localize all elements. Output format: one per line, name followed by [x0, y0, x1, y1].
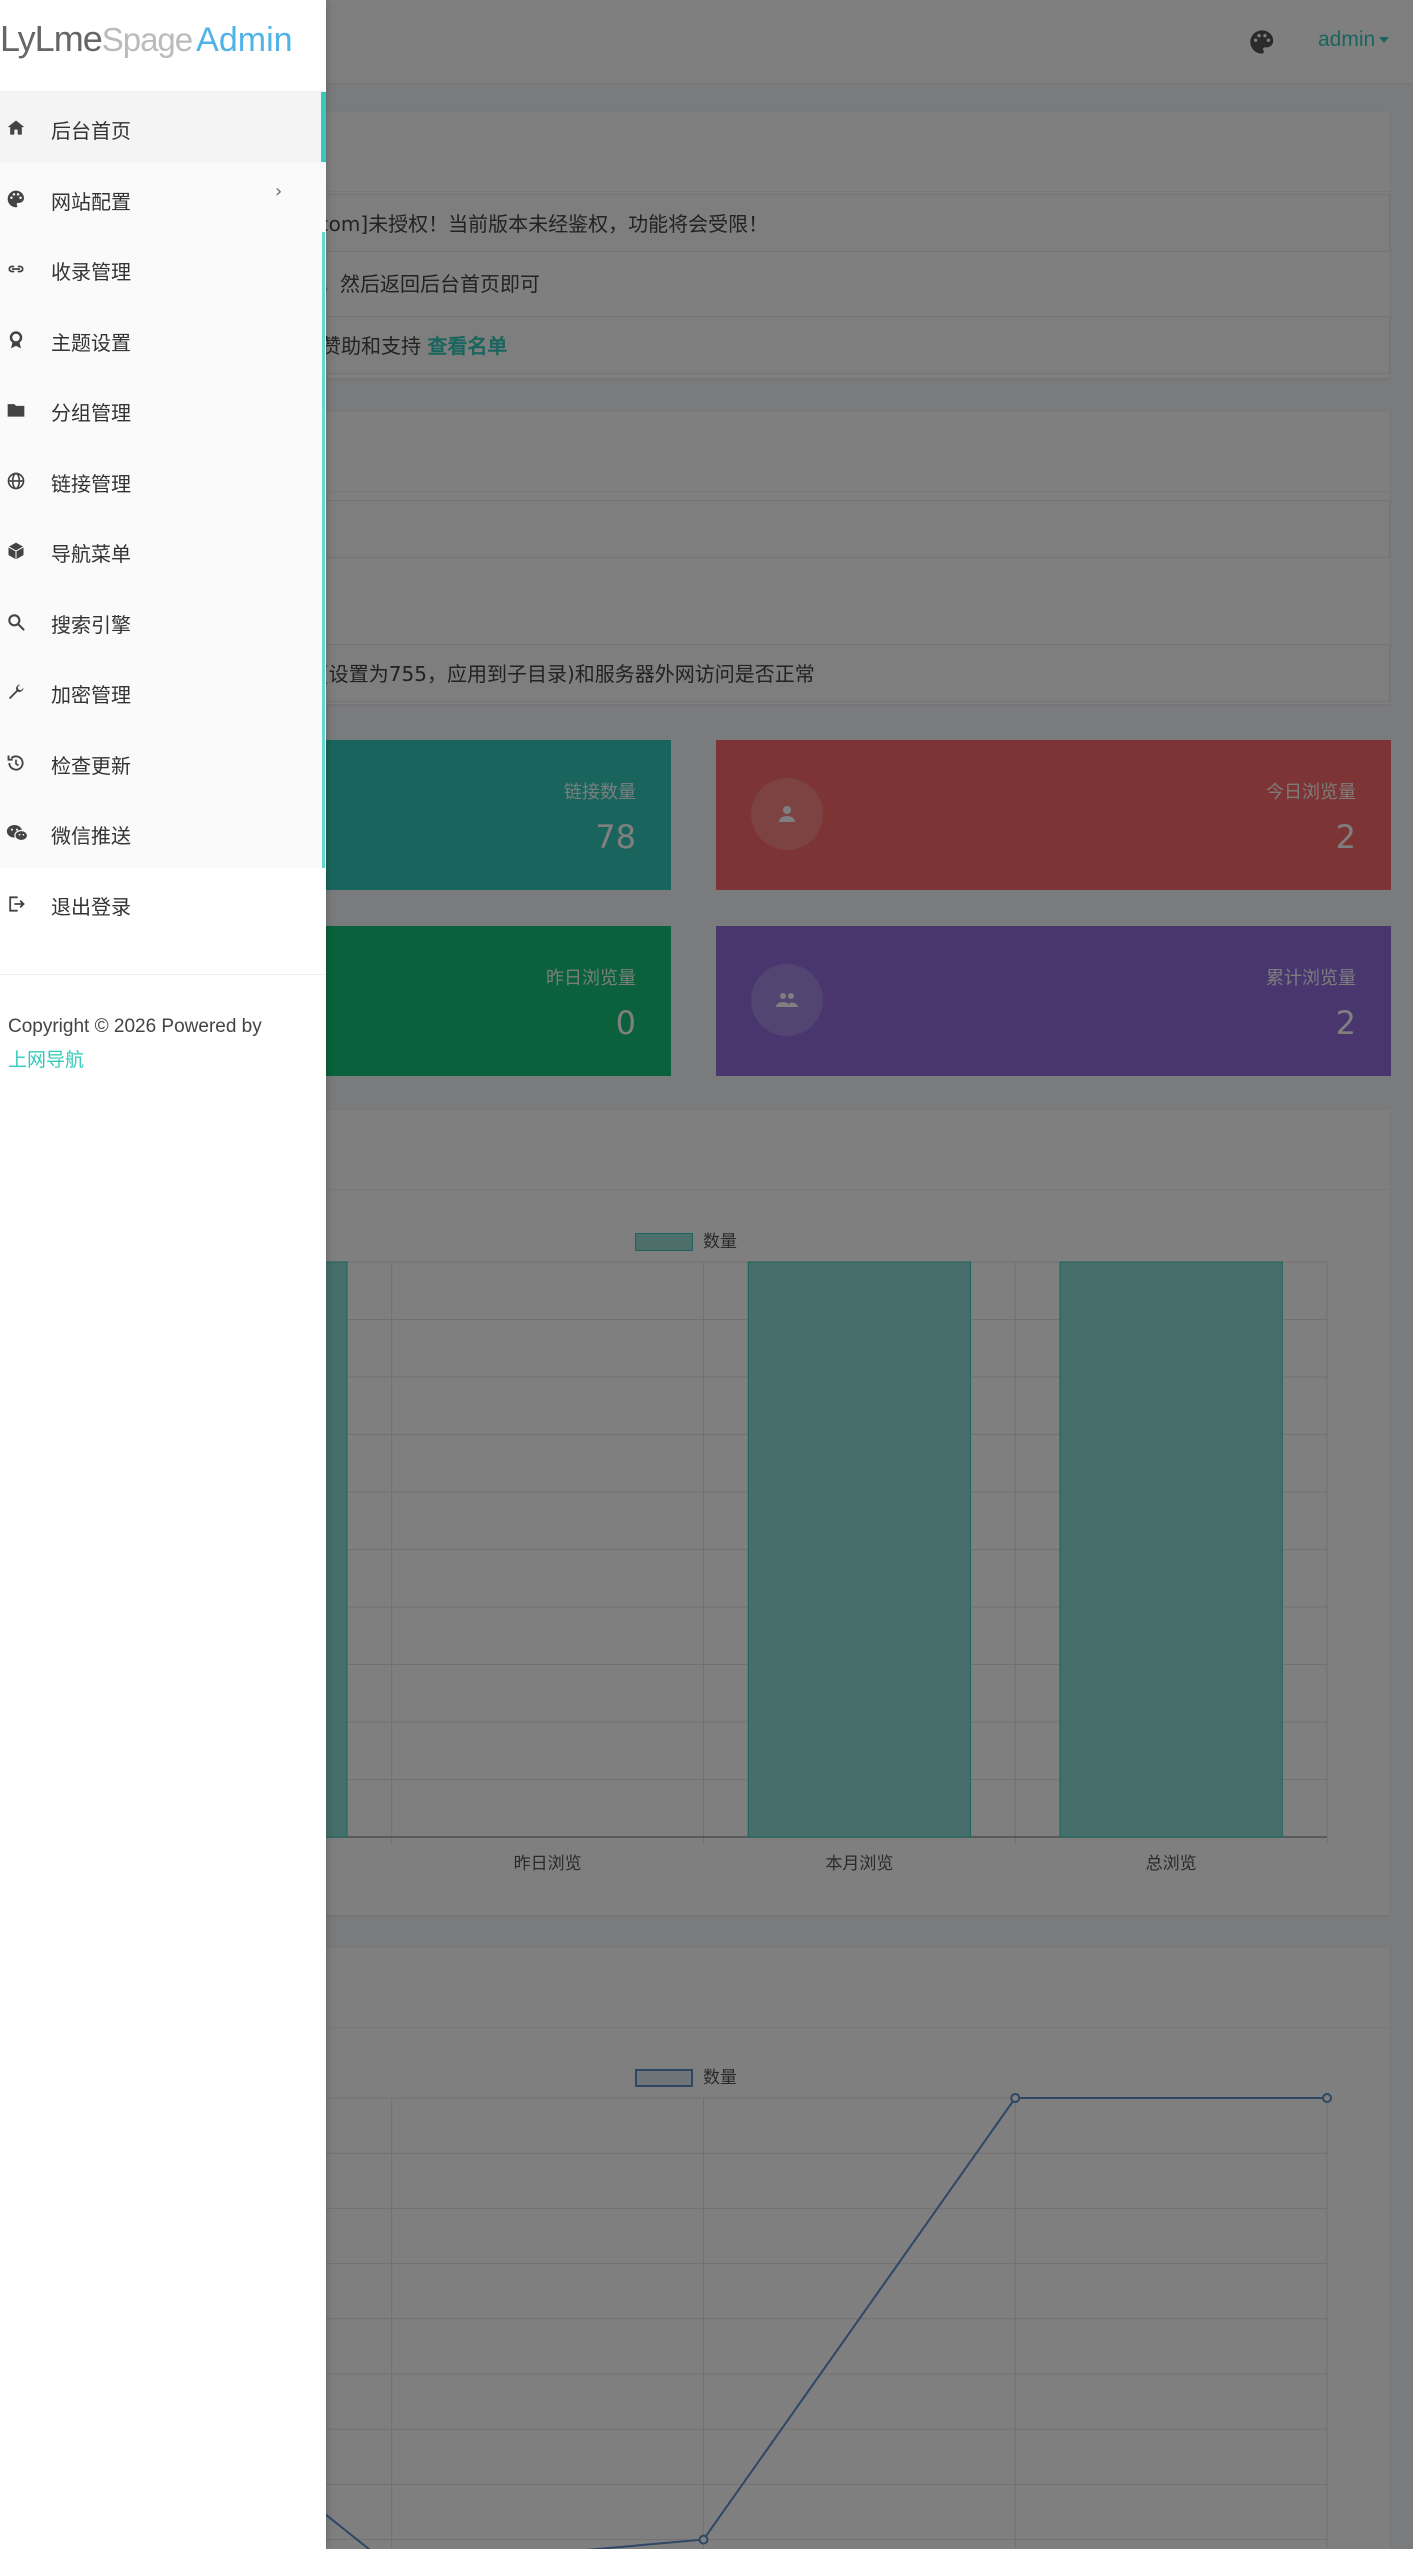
globe-icon — [6, 471, 26, 491]
sidebar-item-links[interactable]: 链接管理 — [0, 445, 326, 516]
sidebar-item-label: 主题设置 — [51, 330, 131, 355]
search-icon — [6, 612, 26, 632]
sidebar-item-nav-menu[interactable]: 导航菜单 — [0, 515, 326, 586]
sidebar-item-label: 加密管理 — [51, 683, 131, 707]
sidebar-item-encryption[interactable]: 加密管理 — [0, 656, 326, 727]
cube-icon — [6, 541, 26, 561]
logo-part-1: LyLme — [0, 18, 103, 59]
sidebar-item-label: 链接管理 — [51, 471, 131, 496]
home-icon — [6, 118, 26, 138]
active-indicator — [321, 92, 326, 162]
sidebar-item-label: 微信推送 — [51, 824, 131, 848]
copyright-text: Copyright © 2026 Powered by — [8, 1016, 262, 1037]
sidebar-item-label: 搜索引擎 — [51, 612, 131, 637]
sidebar-item-search-engines[interactable]: 搜索引擎 — [0, 586, 326, 657]
award-icon — [6, 330, 26, 350]
history-icon — [6, 753, 26, 773]
sidebar-item-theme[interactable]: 主题设置 — [0, 304, 326, 375]
sidebar-item-label: 收录管理 — [51, 260, 131, 284]
sidebar: LyLmeSpage Admin 后台首页 网站配置 › 收录管理 主题设置 分组… — [0, 0, 326, 2549]
logo-part-2: Spage — [101, 21, 193, 58]
logout-icon — [6, 894, 26, 918]
sidebar-item-submissions[interactable]: 收录管理 — [0, 233, 326, 304]
copyright: Copyright © 2026 Powered by 上网导航 — [8, 1010, 308, 1078]
sidebar-item-updates[interactable]: 检查更新 — [0, 727, 326, 798]
sidebar-item-label: 网站配置 — [51, 189, 131, 214]
sidebar-item-wechat-push[interactable]: 微信推送 — [0, 797, 326, 868]
sidebar-item-label: 分组管理 — [51, 401, 131, 425]
palette-icon — [6, 189, 26, 209]
wrench-icon — [6, 682, 26, 702]
sidebar-item-logout[interactable]: 退出登录 — [0, 868, 326, 938]
chevron-right-icon: › — [275, 180, 283, 202]
sidebar-item-site-config[interactable]: 网站配置 › — [0, 163, 326, 234]
sidebar-item-label: 检查更新 — [51, 753, 131, 778]
copyright-link[interactable]: 上网导航 — [8, 1050, 84, 1071]
sidebar-item-groups[interactable]: 分组管理 — [0, 374, 326, 445]
sidebar-item-label: 退出登录 — [51, 895, 131, 919]
sidebar-item-label: 导航菜单 — [51, 542, 131, 566]
divider — [0, 974, 326, 975]
link-icon — [6, 259, 26, 279]
wechat-icon — [6, 823, 29, 843]
menu-accent-line — [322, 232, 325, 868]
sidebar-item-label: 后台首页 — [51, 119, 131, 143]
logo-part-3: Admin — [196, 21, 293, 59]
folder-icon — [6, 400, 26, 420]
sidebar-item-dashboard[interactable]: 后台首页 — [0, 92, 326, 163]
logo: LyLmeSpage Admin — [0, 18, 293, 68]
sidebar-menu: 后台首页 网站配置 › 收录管理 主题设置 分组管理 链接管理 导航菜单 搜索引… — [0, 92, 326, 868]
